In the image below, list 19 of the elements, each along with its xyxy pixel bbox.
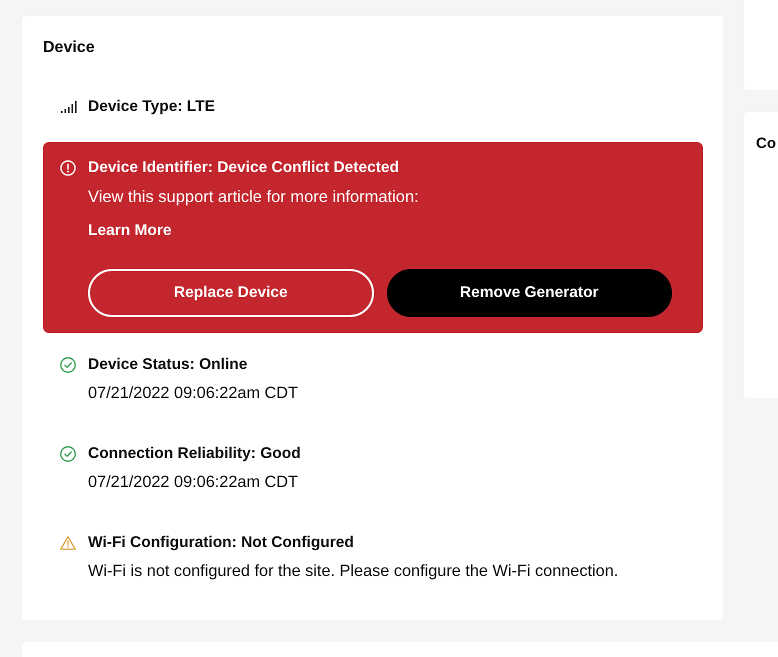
status-title: Wi-Fi Configuration: Not Configured bbox=[88, 533, 354, 553]
learn-more-link[interactable]: Learn More bbox=[88, 221, 172, 241]
alert-title: Device Identifier: Device Conflict Detected bbox=[88, 158, 399, 178]
exclamation-circle-icon bbox=[60, 160, 76, 176]
check-circle-icon bbox=[60, 446, 76, 462]
status-title: Connection Reliability: Good bbox=[88, 444, 301, 464]
warning-triangle-icon bbox=[60, 535, 76, 551]
signal-bars-icon bbox=[61, 101, 77, 113]
replace-device-button[interactable]: Replace Device bbox=[88, 269, 374, 317]
status-detail: 07/21/2022 09:06:22am CDT bbox=[87, 472, 299, 492]
card-title: Device bbox=[43, 38, 96, 58]
remove-generator-button[interactable]: Remove Generator bbox=[386, 269, 672, 317]
check-circle-icon bbox=[60, 357, 76, 373]
status-detail: Wi-Fi is not configured for the site. Please configure the Wi-Fi connection. bbox=[87, 561, 620, 581]
status-title: Device Status: Online bbox=[88, 355, 248, 375]
device-type-label: Device Type: LTE bbox=[88, 97, 215, 117]
status-detail: 07/21/2022 09:06:22am CDT bbox=[87, 383, 299, 403]
card-title: Co bbox=[756, 134, 777, 154]
alert-message: View this support article for more information: bbox=[88, 187, 420, 207]
